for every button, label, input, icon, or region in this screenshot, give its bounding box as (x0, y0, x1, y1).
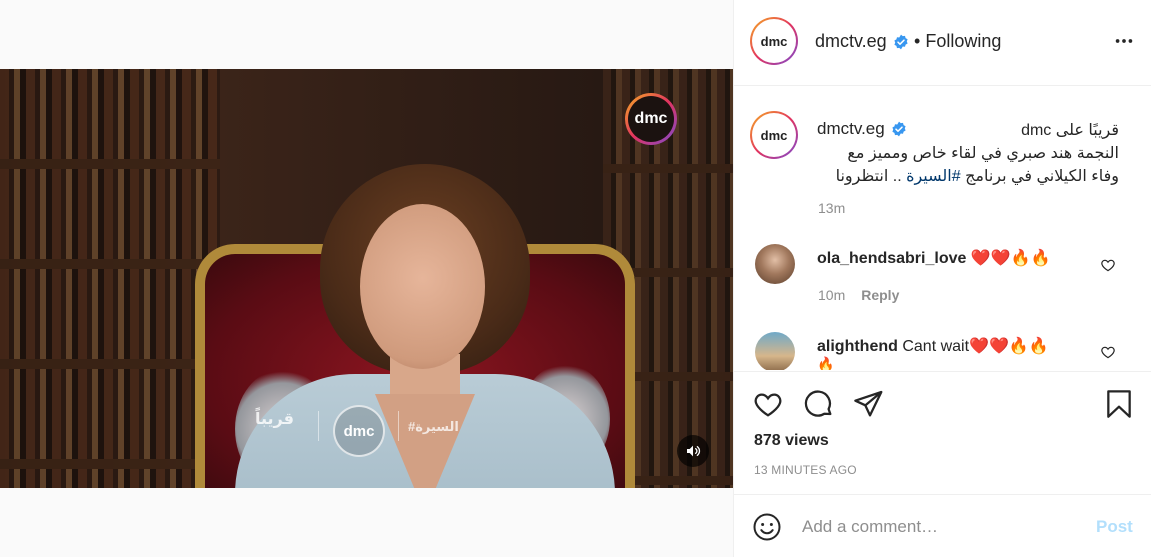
comment-row: ola_hendsabri_love ❤️❤️🔥🔥 (817, 248, 1051, 268)
commenter-username[interactable]: alighthend (817, 338, 898, 355)
caption-avatar-text: dmc (752, 113, 796, 157)
dmc-promo-logo: dmc (333, 405, 385, 457)
comment-like-heart-icon[interactable] (1100, 344, 1116, 360)
face (360, 204, 485, 369)
author-username[interactable]: dmctv.eg (815, 31, 887, 52)
promo-soon-text: قريباً (255, 411, 294, 428)
follow-status[interactable]: • Following (914, 31, 1001, 52)
sound-toggle-button[interactable] (677, 435, 709, 467)
guest-figure (225, 164, 615, 488)
speaker-icon (687, 445, 701, 457)
author-username-row[interactable]: dmctv.eg (815, 31, 909, 52)
caption-timestamp: 13m (818, 200, 846, 216)
author-avatar-text: dmc (752, 19, 796, 63)
promo-hashtag-text: #السيرة (408, 419, 459, 434)
comment-row: alighthend Cant wait❤️❤️🔥🔥 (817, 336, 1049, 356)
commenter-avatar[interactable] (755, 332, 795, 370)
bookshelf-background (0, 69, 220, 488)
view-count[interactable]: 878 views (754, 432, 829, 450)
comment-text-overflow: 🔥 (817, 356, 835, 370)
verified-badge-icon (894, 34, 908, 49)
like-heart-icon[interactable] (752, 388, 784, 420)
media-area: dmc قريباً dmc #السيرة (0, 0, 733, 557)
dmc-watermark-logo: dmc (625, 93, 677, 145)
caption-line-3: وفاء الكيلاني في برنامج #السيرة .. انتظر… (817, 165, 1119, 188)
caption-line-3-pre: وفاء الكيلاني في برنامج (960, 168, 1119, 185)
caption-line-3-post: .. انتظرونا (835, 168, 907, 185)
more-options-icon[interactable] (1113, 30, 1135, 52)
post-panel: dmc dmctv.eg • Following dmc dmctv.eg قر… (733, 0, 1151, 557)
dmc-watermark-text: dmc (634, 110, 668, 127)
post-actions: 878 views 13 MINUTES AGO (734, 371, 1151, 486)
hashtag-link[interactable]: #السيرة (906, 168, 961, 185)
save-bookmark-icon[interactable] (1103, 388, 1135, 420)
reply-button[interactable]: Reply (861, 287, 899, 303)
post-header: dmc dmctv.eg • Following (734, 0, 1151, 86)
post-comment-button[interactable]: Post (1096, 517, 1133, 537)
caption-text: قريبًا على dmc النجمة هند صبري في لقاء خ… (817, 119, 1119, 188)
emoji-smiley-icon[interactable] (752, 512, 782, 542)
share-paper-plane-icon[interactable] (852, 388, 884, 420)
video-player[interactable]: dmc قريباً dmc #السيرة (0, 69, 733, 488)
dmc-promo-logo-text: dmc (343, 422, 375, 440)
following-button[interactable]: Following (925, 31, 1001, 51)
comment-composer: Post (734, 494, 1151, 557)
comment-timestamp: 10m (818, 287, 846, 303)
comment-meta: 10m Reply (818, 287, 899, 303)
promo-divider-2 (398, 411, 399, 441)
comments-section[interactable]: dmc dmctv.eg قريبًا على dmc النجمة هند ص… (734, 87, 1151, 370)
caption-author-avatar[interactable]: dmc (750, 111, 798, 159)
author-avatar[interactable]: dmc (750, 17, 798, 65)
comment-bubble-icon[interactable] (803, 388, 835, 420)
caption-line-1: قريبًا على dmc (1021, 122, 1119, 139)
comment-text: Cant wait❤️❤️🔥🔥 (897, 338, 1049, 355)
caption-line-2: النجمة هند صبري في لقاء خاص ومميز مع (847, 145, 1119, 162)
comment-text: ❤️❤️🔥🔥 (966, 250, 1051, 267)
comment-input[interactable] (802, 513, 1072, 541)
commenter-avatar[interactable] (755, 244, 795, 284)
promo-divider (318, 411, 319, 441)
bullet-separator: • (914, 31, 921, 51)
post-time-ago[interactable]: 13 MINUTES AGO (754, 463, 857, 477)
comment-like-heart-icon[interactable] (1100, 257, 1116, 273)
commenter-username[interactable]: ola_hendsabri_love (817, 250, 966, 267)
